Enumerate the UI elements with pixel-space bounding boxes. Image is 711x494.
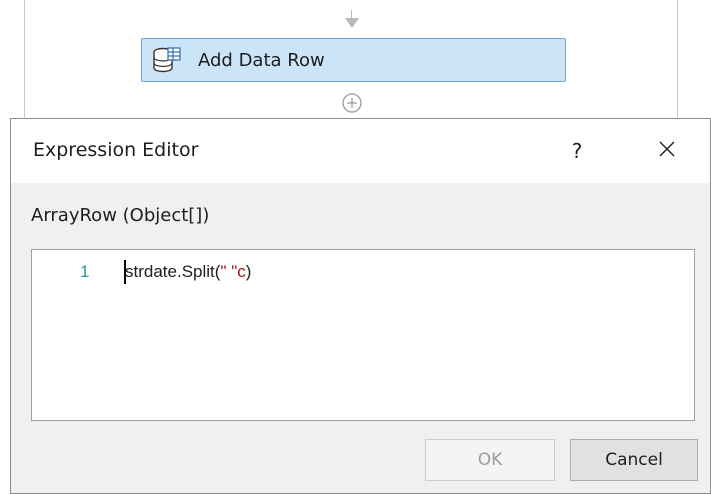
argument-type-label: ArrayRow (Object[]) bbox=[31, 205, 210, 226]
code-line[interactable]: strdate.Split(" "c) bbox=[125, 262, 251, 282]
dialog-titlebar: Expression Editor ? bbox=[11, 119, 710, 183]
arrow-down-icon bbox=[345, 18, 359, 28]
add-data-row-activity[interactable]: Add Data Row bbox=[141, 38, 566, 82]
code-suffix: ) bbox=[245, 262, 252, 281]
close-icon bbox=[657, 139, 677, 163]
help-button[interactable]: ? bbox=[557, 131, 597, 171]
ok-button[interactable]: OK bbox=[425, 439, 555, 481]
code-string-literal: " "c bbox=[220, 262, 246, 281]
data-table-icon bbox=[150, 45, 184, 75]
cancel-button[interactable]: Cancel bbox=[570, 439, 698, 481]
activity-label: Add Data Row bbox=[198, 49, 325, 71]
sequence-border-right bbox=[677, 0, 678, 118]
expression-editor-dialog: Expression Editor ? ArrayRow (Object[]) … bbox=[10, 118, 711, 494]
plus-circle-icon[interactable] bbox=[341, 92, 363, 114]
sequence-border-left bbox=[24, 0, 25, 118]
close-button[interactable] bbox=[647, 131, 687, 171]
expression-input[interactable]: 1 strdate.Split(" "c) bbox=[31, 249, 695, 421]
line-number: 1 bbox=[80, 262, 90, 281]
workflow-designer-canvas: Add Data Row bbox=[0, 0, 711, 118]
code-identifier: strdate.Split( bbox=[125, 262, 221, 281]
dialog-title: Expression Editor bbox=[33, 139, 199, 161]
